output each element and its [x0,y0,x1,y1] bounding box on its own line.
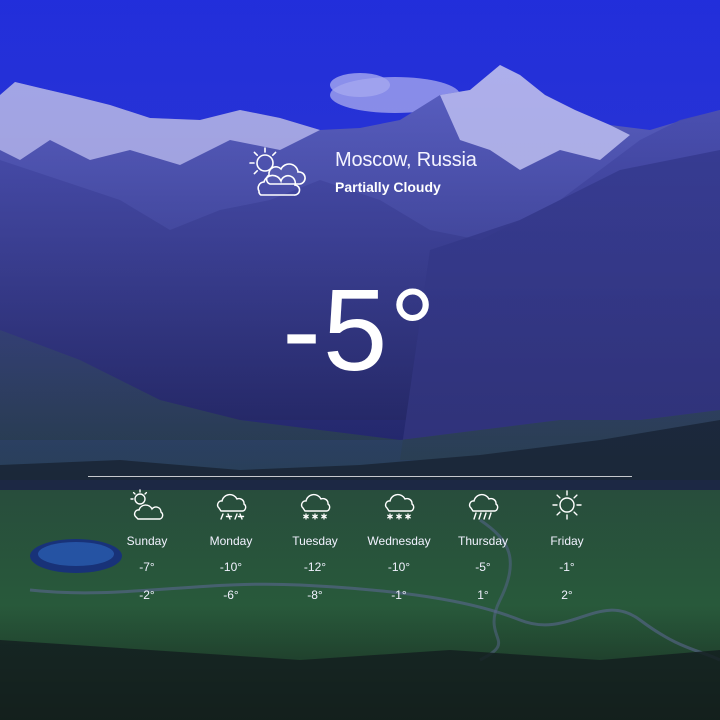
forecast-high-temp: -7° [139,560,155,574]
partly-cloudy-icon [130,489,164,520]
sleet-cloud-icon [216,493,247,520]
forecast-day-name: Tuesday [292,534,338,548]
forecast-high-temp: -12° [303,560,327,574]
forecast-day-name: Sunday [126,534,168,548]
forecast-day-thursday: Thursday -5° 1° [441,488,525,618]
divider-line [88,476,632,477]
location-label: Moscow, Russia [335,149,477,171]
forecast-day-name: Wednesday [367,534,431,548]
current-weather-header: Moscow, Russia Partially Cloudy [245,145,545,205]
forecast-high-temp: -5° [475,560,491,574]
forecast-day-sunday: Sunday -7° -2° [105,488,189,618]
forecast-high-temp: -10° [387,560,411,574]
forecast-low-temp: 1° [477,588,489,602]
forecast-high-temp: -1° [559,560,575,574]
snow-cloud-icon [300,493,331,520]
rain-cloud-icon [468,493,499,520]
forecast-day-name: Friday [550,534,584,548]
forecast-low-temp: -8° [307,588,323,602]
sun-icon [552,490,582,520]
forecast-day-friday: Friday -1° 2° [525,488,609,618]
condition-label: Partially Cloudy [335,179,441,195]
forecast-high-temp: -10° [219,560,243,574]
sun-behind-cloud-icon [249,147,306,196]
forecast-day-wednesday: Wednesday -10° -1° [357,488,441,618]
forecast-low-temp: -6° [223,588,239,602]
forecast-day-name: Monday [209,534,253,548]
forecast-day-tuesday: Tuesday -12° -8° [273,488,357,618]
forecast-day-name: Thursday [457,534,509,548]
snow-cloud-icon [384,493,415,520]
forecast-low-temp: -2° [139,588,155,602]
forecast-low-temp: 2° [561,588,573,602]
current-temperature: -5° [282,265,438,395]
forecast-low-temp: -1° [391,588,407,602]
forecast-day-monday: Monday -10° -6° [189,488,273,618]
forecast-strip: Sunday -7° -2° Monday -10° -6° Tuesday -… [105,488,645,618]
